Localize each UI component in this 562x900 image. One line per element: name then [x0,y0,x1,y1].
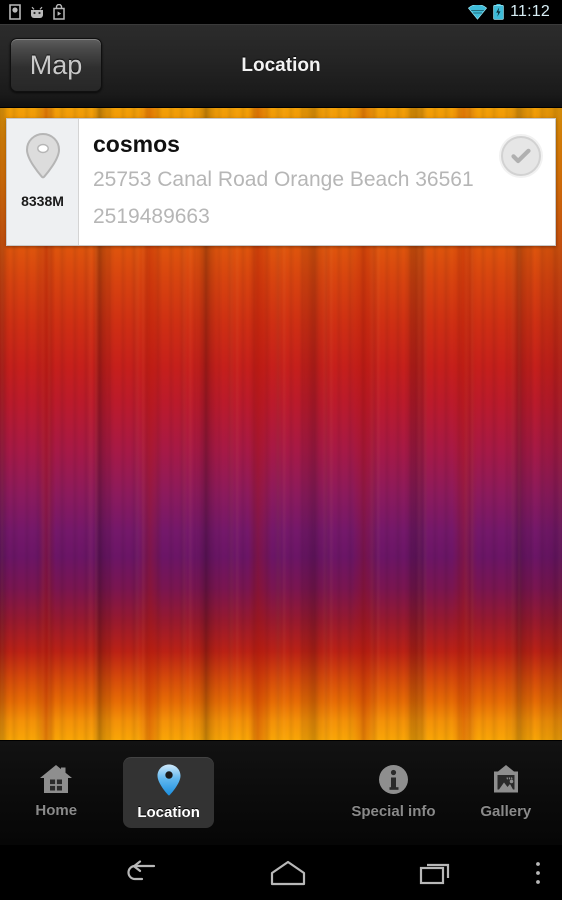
status-system-icons: 11:12 [468,3,554,21]
nav-overflow-button[interactable] [534,845,542,900]
tab-center-spacer [225,741,337,845]
status-clock: 11:12 [510,3,550,20]
location-card-wrapper: 8338M cosmos 25753 Canal Road Orange Bea… [6,118,556,246]
battery-charging-icon [493,4,504,20]
notification-icon [9,4,21,20]
tab-special-info-label: Special info [351,803,436,820]
tab-gallery[interactable]: Gallery [450,741,562,845]
check-icon [511,148,531,164]
picture-frame-icon [493,765,518,793]
location-card-details: cosmos 25753 Canal Road Orange Beach 365… [79,119,555,245]
location-name: cosmos [93,131,180,157]
bottom-tab-row: Home Location Special info Gallery [0,741,562,845]
location-card[interactable]: 8338M cosmos 25753 Canal Road Orange Bea… [6,118,556,246]
home-icon [270,860,306,885]
app-screen: 11:12 Map Location 8338M cosmos 25753 Ca [0,0,562,900]
map-back-button[interactable]: Map [10,38,102,92]
info-icon [378,765,408,794]
status-notification-icons [8,4,66,20]
tab-location-inner: Location [123,757,214,828]
location-phone: 2519489663 [93,205,210,228]
tab-home-label: Home [35,802,78,819]
tab-location[interactable]: Location [112,741,224,845]
tab-location-label: Location [137,804,200,821]
home-icon [40,765,73,793]
play-store-icon [53,4,65,20]
nav-back-button[interactable] [123,859,157,886]
location-address: 25753 Canal Road Orange Beach 36561 [93,168,474,191]
location-distance-label: 8338M [21,193,64,209]
tab-gallery-label: Gallery [480,803,532,820]
location-select-button[interactable] [501,136,541,176]
wifi-icon [468,4,488,20]
tab-special-info-inner: Special info [337,757,449,827]
nav-home-button[interactable] [269,860,307,886]
map-back-button-label: Map [29,49,83,80]
android-status-bar: 11:12 [0,0,562,24]
android-navigation-bar [0,845,562,900]
bottom-tab-bar: Home Location Special info Gallery [0,740,562,845]
back-icon [127,859,156,880]
map-pin-icon [25,132,60,179]
tab-home[interactable]: Home [0,741,112,845]
tab-gallery-inner: Gallery [466,757,545,827]
android-market-icon [31,6,43,18]
location-card-distance-column: 8338M [7,119,79,245]
nav-keys [0,859,562,886]
recents-icon [419,863,450,884]
tab-special-info[interactable]: Special info [337,741,449,845]
overflow-menu-icon [536,861,540,884]
tab-home-inner: Home [21,757,91,826]
nav-recents-button[interactable] [419,860,455,886]
map-pin-icon [157,764,181,796]
app-title-bar: Map Location [0,24,562,108]
